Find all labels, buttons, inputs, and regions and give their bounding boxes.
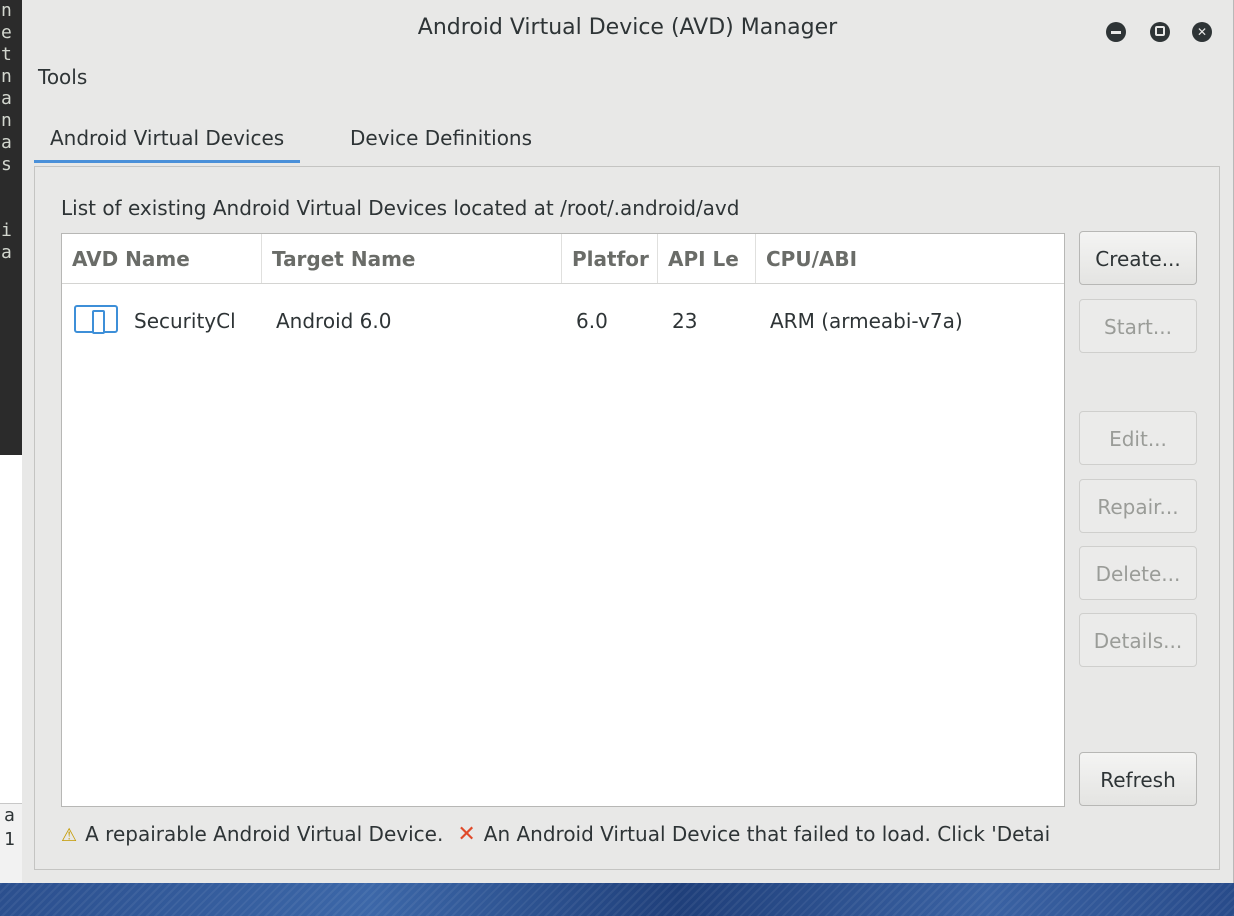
menu-bar: Tools [38,65,87,89]
terminal-line: t [1,44,12,65]
maximize-icon [1155,26,1165,36]
avd-manager-window: Android Virtual Device (AVD) Manager ✕ T… [22,0,1234,883]
maximize-button[interactable] [1150,22,1170,42]
terminal-line: e [1,22,12,43]
table-header: AVD Name Target Name Platfor API Le CPU/… [62,234,1064,284]
column-header-target-name[interactable]: Target Name [262,234,562,283]
tab-device-definitions[interactable]: Device Definitions [334,122,548,160]
background-editor: a 1 [0,803,22,884]
title-bar[interactable]: Android Virtual Device (AVD) Manager ✕ [22,0,1233,60]
repair-button[interactable]: Repair... [1079,479,1197,533]
warning-icon: ⚠ [61,825,78,846]
terminal-line: a [1,88,12,109]
cell-avd-name: SecurityCl [134,309,236,333]
cell-cpu-abi: ARM (armeabi-v7a) [770,309,963,333]
avd-table[interactable]: AVD Name Target Name Platfor API Le CPU/… [61,233,1065,807]
details-button[interactable]: Details... [1079,613,1197,667]
cell-target-name: Android 6.0 [276,309,392,333]
edit-button[interactable]: Edit... [1079,411,1197,465]
terminal-line: s [1,154,12,175]
minimize-button[interactable] [1106,22,1126,42]
background-terminal: n e t n a n a s i a [0,0,22,455]
terminal-line: i [1,220,12,241]
cell-api-level: 23 [672,309,698,333]
editor-line: 1 [4,829,15,850]
terminal-line: a [1,132,12,153]
minimize-icon [1111,30,1121,34]
terminal-line: n [1,0,12,21]
terminal-line: n [1,110,12,131]
tab-android-virtual-devices[interactable]: Android Virtual Devices [34,122,301,163]
delete-button[interactable]: Delete... [1079,546,1197,600]
avd-panel: List of existing Android Virtual Devices… [34,166,1220,870]
close-button[interactable]: ✕ [1192,22,1212,42]
refresh-button[interactable]: Refresh [1079,752,1197,806]
menu-tools[interactable]: Tools [38,65,87,89]
column-header-api-level[interactable]: API Le [658,234,756,283]
legend-failed: An Android Virtual Device that failed to… [483,822,1051,846]
avd-path-label: List of existing Android Virtual Devices… [61,196,740,220]
legend-repairable: A repairable Android Virtual Device. [85,822,444,846]
start-button[interactable]: Start... [1079,299,1197,353]
cell-platform: 6.0 [576,309,608,333]
window-title: Android Virtual Device (AVD) Manager [417,15,838,40]
table-row[interactable]: SecurityCl Android 6.0 6.0 23 ARM (armea… [62,284,1064,360]
close-icon: ✕ [1196,25,1208,39]
terminal-line: n [1,66,12,87]
column-header-platform[interactable]: Platfor [562,234,658,283]
column-header-avd-name[interactable]: AVD Name [62,234,262,283]
create-button[interactable]: Create... [1079,231,1197,285]
terminal-line: a [1,242,12,263]
editor-line: a [4,805,15,826]
error-x-icon: ✕ [457,822,476,847]
column-header-cpu-abi[interactable]: CPU/ABI [756,234,1064,283]
status-legend: ⚠ A repairable Android Virtual Device. ✕ An… [61,822,1201,847]
desktop-wallpaper [0,883,1234,916]
